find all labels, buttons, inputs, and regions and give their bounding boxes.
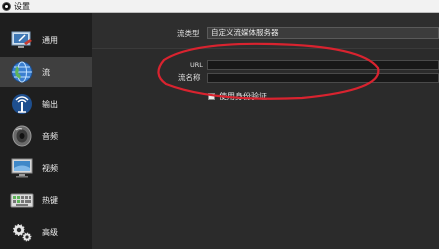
sidebar-item-advanced[interactable]: 高级 [0, 217, 92, 247]
window-title: 设置 [14, 1, 30, 11]
settings-sidebar: 通用 流 输出 音频 视频 热键 高级 [0, 13, 92, 249]
sidebar-item-label: 视频 [42, 163, 58, 173]
speaker-icon [12, 125, 32, 147]
monitor-icon [11, 31, 32, 48]
sidebar-item-label: 音频 [42, 131, 58, 141]
service-type-label: 流类型 [177, 29, 200, 38]
keyboard-icon [10, 193, 34, 208]
use-auth-label: 使用身份验证 [219, 92, 267, 101]
globe-icon [11, 61, 33, 83]
service-type-value: 自定义流媒体服务器 [211, 28, 279, 37]
sidebar-item-label: 输出 [42, 99, 58, 109]
sidebar-item-label: 流 [42, 67, 50, 77]
sidebar-item-stream[interactable]: 流 [0, 57, 92, 87]
stream-key-label: 流名称 [178, 73, 201, 82]
service-type-select[interactable]: 自定义流媒体服务器 [207, 27, 439, 39]
sidebar-item-hotkeys[interactable]: 热键 [0, 185, 92, 215]
stream-key-input[interactable] [207, 73, 439, 83]
sidebar-item-audio[interactable]: 音频 [0, 121, 92, 151]
sidebar-item-label: 热键 [42, 195, 58, 205]
antenna-icon [12, 94, 32, 114]
sidebar-item-label: 通用 [42, 35, 58, 45]
sidebar-item-output[interactable]: 输出 [0, 89, 92, 119]
obs-logo-icon [2, 1, 11, 11]
url-label: URL [190, 61, 203, 69]
display-icon [11, 158, 33, 178]
service-section: 流类型 自定义流媒体服务器 [92, 13, 439, 49]
sidebar-item-label: 高级 [42, 227, 58, 237]
sidebar-item-video[interactable]: 视频 [0, 153, 92, 183]
title-bar: 设置 [0, 0, 439, 13]
gears-icon [12, 223, 33, 243]
use-auth-row[interactable]: 使用身份验证 [208, 91, 267, 102]
sidebar-item-general[interactable]: 通用 [0, 25, 92, 55]
use-auth-checkbox[interactable] [208, 93, 215, 100]
stream-settings-panel: 流类型 自定义流媒体服务器 URL 流名称 使用身份验证 [92, 13, 439, 249]
url-input[interactable] [207, 60, 439, 70]
